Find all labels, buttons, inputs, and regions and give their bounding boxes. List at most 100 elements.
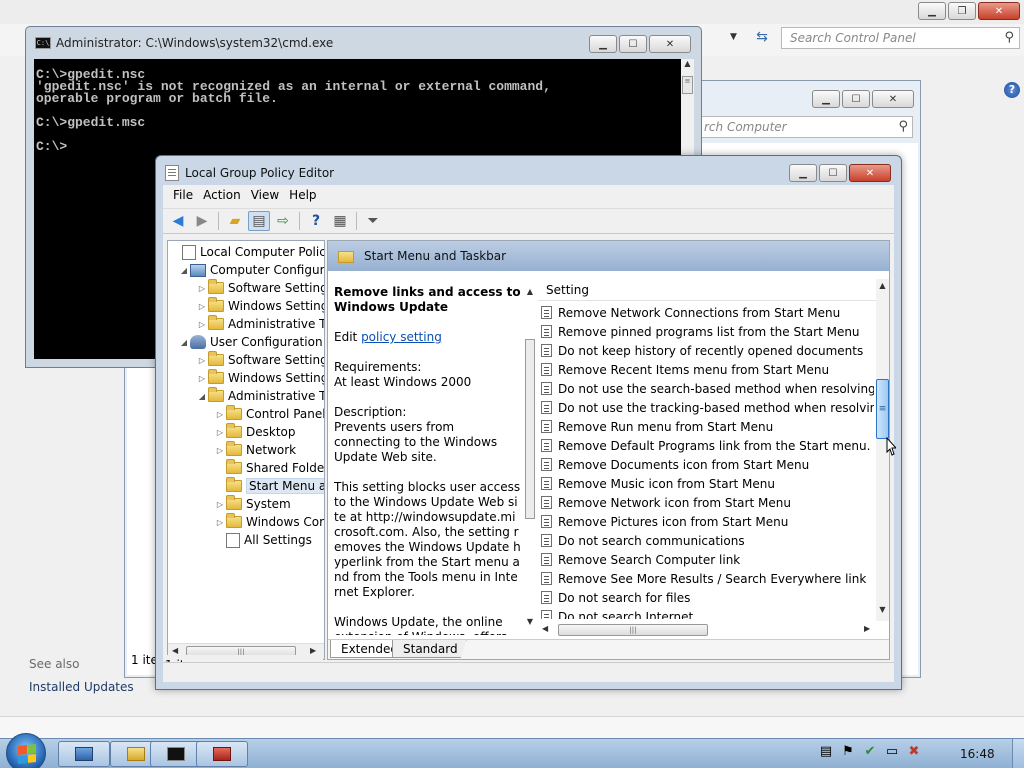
scroll-thumb[interactable]: [525, 339, 535, 519]
policy-tree[interactable]: Local Computer Policy ◢ Computer Configura…: [167, 240, 325, 660]
scroll-up-icon[interactable]: ▲: [524, 287, 536, 296]
show-desktop-button[interactable]: [1012, 739, 1024, 768]
action-center-flag-icon[interactable]: ⚑: [840, 744, 856, 760]
network-icon[interactable]: ▭: [884, 744, 900, 760]
control-panel-search-input[interactable]: Search Control Panel ⚲: [781, 27, 1020, 49]
tree-item[interactable]: ◢ User Configuration: [178, 333, 323, 351]
setting-row[interactable]: Remove Documents icon from Start Menu: [541, 455, 874, 474]
tree-item[interactable]: Start Menu ar: [214, 477, 324, 495]
menu-file[interactable]: File: [169, 185, 199, 207]
start-button[interactable]: [6, 733, 46, 768]
setting-row[interactable]: Remove See More Results / Search Everywh…: [541, 569, 874, 588]
setting-row[interactable]: Remove Search Computer link: [541, 550, 874, 569]
help-icon[interactable]: ?: [1004, 82, 1020, 98]
expanded-arrow-icon[interactable]: ◢: [178, 266, 190, 275]
tree-item[interactable]: ▷ Network: [214, 441, 296, 459]
scroll-down-icon[interactable]: ▼: [876, 605, 889, 614]
expand-arrow-icon[interactable]: ▷: [214, 500, 226, 509]
back-arrow-icon[interactable]: ◀: [167, 211, 189, 231]
menu-view[interactable]: View: [247, 185, 285, 207]
tree-item[interactable]: ▷ Administrative Te: [196, 315, 324, 333]
setting-row[interactable]: Do not use the tracking-based method whe…: [541, 398, 874, 417]
forward-arrow-icon[interactable]: ▶: [191, 211, 213, 231]
close-button[interactable]: ✕: [978, 2, 1020, 20]
search-icon[interactable]: ⚲: [898, 119, 908, 134]
policy-setting-link[interactable]: policy setting: [361, 330, 442, 344]
refresh-icon[interactable]: ⇆: [752, 29, 772, 49]
restore-button[interactable]: ❐: [948, 2, 976, 20]
setting-row[interactable]: Remove pinned programs list from the Sta…: [541, 322, 874, 341]
scroll-thumb[interactable]: ≡: [682, 76, 693, 94]
setting-row[interactable]: Remove Network icon from Start Menu: [541, 493, 874, 512]
help-icon[interactable]: ?: [305, 211, 327, 231]
scroll-right-icon[interactable]: ▶: [310, 646, 316, 655]
tree-item[interactable]: ▷ Software Settings: [196, 279, 324, 297]
tree-item[interactable]: ▷ Windows Setting: [196, 369, 324, 387]
scroll-up-icon[interactable]: ▲: [681, 59, 694, 73]
up-folder-icon[interactable]: ▰: [224, 211, 246, 231]
search-computer-input[interactable]: rch Computer ⚲: [701, 116, 913, 138]
tree-item[interactable]: All Settings: [214, 531, 312, 549]
volume-muted-icon[interactable]: ✖: [906, 744, 922, 760]
clipboard-icon[interactable]: ▤: [818, 744, 834, 760]
search-icon[interactable]: ⚲: [1004, 30, 1014, 45]
minimize-button[interactable]: ▁: [589, 35, 617, 53]
setting-row[interactable]: Remove Run menu from Start Menu: [541, 417, 874, 436]
settings-column-header[interactable]: Setting: [538, 277, 876, 301]
setting-row[interactable]: Do not keep history of recently opened d…: [541, 341, 874, 360]
taskbar-clock[interactable]: 16:48: [960, 747, 995, 761]
expand-arrow-icon[interactable]: ▷: [214, 518, 226, 527]
scroll-down-icon[interactable]: ▼: [524, 617, 536, 626]
export-list-icon[interactable]: ⇨: [272, 211, 294, 231]
expand-arrow-icon[interactable]: ▷: [196, 302, 208, 311]
minimize-button[interactable]: ▁: [812, 90, 840, 108]
scroll-left-icon[interactable]: ◀: [542, 624, 548, 633]
minimize-button[interactable]: ▁: [918, 2, 946, 20]
expand-arrow-icon[interactable]: ▷: [214, 410, 226, 419]
setting-row[interactable]: Remove Network Connections from Start Me…: [541, 303, 874, 322]
scroll-left-icon[interactable]: ◀: [172, 646, 178, 655]
taskbar-cmd[interactable]: [150, 741, 202, 767]
tree-item[interactable]: Shared Folder: [214, 459, 324, 477]
scroll-right-icon[interactable]: ▶: [864, 624, 870, 633]
taskbar-control-panel[interactable]: [58, 741, 110, 767]
show-hide-tree-icon[interactable]: ▤: [248, 211, 270, 231]
expand-arrow-icon[interactable]: ▷: [196, 374, 208, 383]
scroll-up-icon[interactable]: ▲: [876, 281, 889, 290]
menu-action[interactable]: Action: [199, 185, 247, 207]
filter-icon[interactable]: ⏷: [362, 211, 384, 231]
settings-list[interactable]: Remove Network Connections from Start Me…: [541, 303, 874, 619]
setting-row[interactable]: Do not search Internet: [541, 607, 874, 619]
setting-row[interactable]: Remove Default Programs link from the St…: [541, 436, 874, 455]
tree-item[interactable]: ◢ Administrative Te: [196, 387, 324, 405]
security-shield-icon[interactable]: ✔: [862, 744, 878, 760]
setting-row[interactable]: Remove Recent Items menu from Start Menu: [541, 360, 874, 379]
expand-arrow-icon[interactable]: ▷: [214, 428, 226, 437]
expanded-arrow-icon[interactable]: ◢: [178, 338, 190, 347]
maximize-button[interactable]: ☐: [619, 35, 647, 53]
tree-item[interactable]: ▷ Control Panel: [214, 405, 324, 423]
expand-arrow-icon[interactable]: ▷: [196, 284, 208, 293]
setting-row[interactable]: Remove Pictures icon from Start Menu: [541, 512, 874, 531]
maximize-button[interactable]: ☐: [842, 90, 870, 108]
scroll-thumb[interactable]: ≡: [876, 379, 889, 439]
tree-item[interactable]: ▷ System: [214, 495, 291, 513]
expand-arrow-icon[interactable]: ▷: [214, 446, 226, 455]
expand-arrow-icon[interactable]: ▷: [196, 356, 208, 365]
taskbar-group-policy[interactable]: [196, 741, 248, 767]
tree-item[interactable]: ▷ Windows Setting: [196, 297, 324, 315]
setting-row[interactable]: Remove Music icon from Start Menu: [541, 474, 874, 493]
address-dropdown-icon[interactable]: ▼: [730, 32, 748, 46]
settings-horizontal-scrollbar[interactable]: ◀ ||| ▶: [538, 622, 876, 638]
tree-item[interactable]: ◢ Computer Configura: [178, 261, 324, 279]
minimize-button[interactable]: ▁: [789, 164, 817, 182]
tree-item[interactable]: ▷ Software Settings: [196, 351, 324, 369]
tree-item[interactable]: ▷ Windows Cor: [214, 513, 324, 531]
tree-item[interactable]: Local Computer Policy: [170, 243, 324, 261]
description-scrollbar[interactable]: ▲ ▼: [524, 287, 536, 629]
setting-row[interactable]: Do not use the search-based method when …: [541, 379, 874, 398]
expand-arrow-icon[interactable]: ▷: [196, 320, 208, 329]
installed-updates-link[interactable]: Installed Updates: [29, 680, 134, 694]
menu-help[interactable]: Help: [285, 185, 322, 207]
close-button[interactable]: ✕: [849, 164, 891, 182]
